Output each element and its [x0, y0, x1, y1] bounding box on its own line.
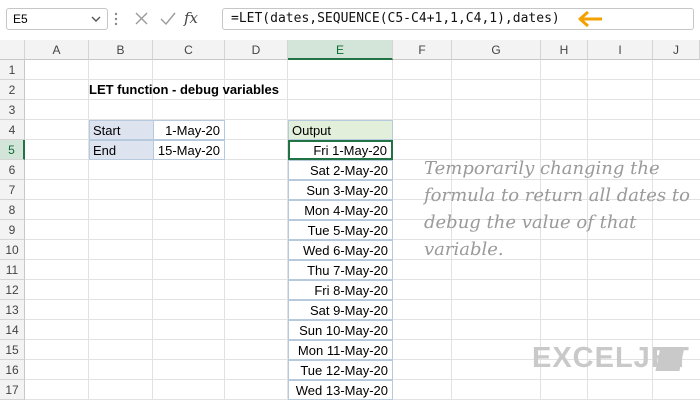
output-cell[interactable]: Tue 12-May-20: [288, 360, 393, 380]
formula-bar: E5 fx =LET(dates,SEQUENCE(C5-C4+1,1,C4,1…: [0, 0, 700, 40]
column-header-c[interactable]: C: [153, 40, 225, 60]
end-value[interactable]: 15-May-20: [153, 140, 225, 160]
column-header-h[interactable]: H: [541, 40, 588, 60]
row-header-1[interactable]: 1: [0, 60, 25, 80]
row-header-11[interactable]: 11: [0, 260, 25, 280]
formula-text: =LET(dates,SEQUENCE(C5-C4+1,1,C4,1),date…: [231, 11, 560, 26]
row-header-15[interactable]: 15: [0, 340, 25, 360]
name-box[interactable]: E5: [6, 8, 108, 30]
sheet-title: LET function - debug variables: [89, 82, 279, 97]
output-cell[interactable]: Sat 2-May-20: [288, 160, 393, 180]
more-options-icon[interactable]: [114, 12, 118, 29]
row-header-10[interactable]: 10: [0, 240, 25, 260]
row-header-2[interactable]: 2: [0, 80, 25, 100]
column-header-f[interactable]: F: [393, 40, 452, 60]
row-header-7[interactable]: 7: [0, 180, 25, 200]
gridline: [152, 60, 153, 400]
row-header-13[interactable]: 13: [0, 300, 25, 320]
chevron-down-icon[interactable]: [91, 12, 101, 29]
column-header-b[interactable]: B: [89, 40, 153, 60]
column-header-g[interactable]: G: [452, 40, 541, 60]
column-header-i[interactable]: I: [588, 40, 653, 60]
formula-bar-buttons: fx: [126, 8, 218, 30]
row-header-5[interactable]: 5: [0, 140, 25, 160]
row-header-14[interactable]: 14: [0, 320, 25, 340]
row-header-8[interactable]: 8: [0, 200, 25, 220]
name-box-value: E5: [13, 12, 28, 26]
start-value[interactable]: 1-May-20: [153, 120, 225, 140]
row-header-9[interactable]: 9: [0, 220, 25, 240]
column-header-e[interactable]: E: [288, 40, 393, 60]
check-icon[interactable]: [158, 8, 178, 33]
cancel-icon[interactable]: [132, 8, 152, 33]
gridline: [88, 60, 89, 400]
output-cell[interactable]: Sat 9-May-20: [288, 300, 393, 320]
arrow-left-icon: [574, 4, 606, 37]
exceljet-logo-mark: [655, 347, 685, 371]
output-cell[interactable]: Thu 7-May-20: [288, 260, 393, 280]
formula-input[interactable]: =LET(dates,SEQUENCE(C5-C4+1,1,C4,1),date…: [222, 8, 694, 30]
row-header-17[interactable]: 17: [0, 380, 25, 400]
column-header-d[interactable]: D: [225, 40, 288, 60]
output-cell[interactable]: Fri 8-May-20: [288, 280, 393, 300]
end-label[interactable]: End: [89, 140, 154, 160]
output-cell[interactable]: Mon 4-May-20: [288, 200, 393, 220]
fx-icon[interactable]: fx: [184, 9, 198, 27]
column-header-j[interactable]: J: [653, 40, 700, 60]
column-header-a[interactable]: A: [25, 40, 89, 60]
start-label[interactable]: Start: [89, 120, 154, 140]
output-header[interactable]: Output: [288, 120, 393, 140]
output-cell[interactable]: Sun 10-May-20: [288, 320, 393, 340]
active-cell-e5[interactable]: Fri 1-May-20: [288, 140, 393, 160]
output-cell[interactable]: Mon 11-May-20: [288, 340, 393, 360]
select-all-corner[interactable]: [0, 40, 25, 60]
row-header-6[interactable]: 6: [0, 160, 25, 180]
output-cell[interactable]: Wed 13-May-20: [288, 380, 393, 400]
row-header-4[interactable]: 4: [0, 120, 25, 140]
output-cell[interactable]: Tue 5-May-20: [288, 220, 393, 240]
output-cell[interactable]: Wed 6-May-20: [288, 240, 393, 260]
output-cell[interactable]: Sun 3-May-20: [288, 180, 393, 200]
row-header-16[interactable]: 16: [0, 360, 25, 380]
annotation-note: Temporarily changing the formula to retu…: [424, 158, 690, 260]
gridline: [224, 60, 225, 400]
row-header-12[interactable]: 12: [0, 280, 25, 300]
row-header-3[interactable]: 3: [0, 100, 25, 120]
